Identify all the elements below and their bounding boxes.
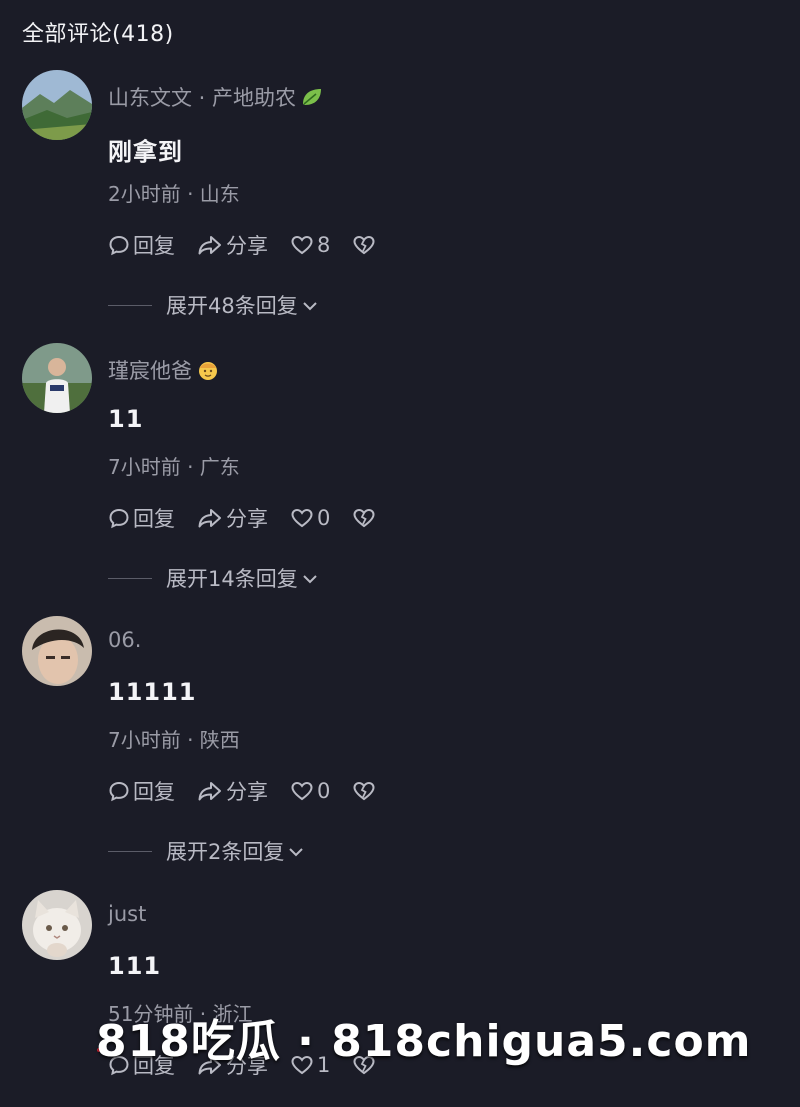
- username-text: just: [108, 902, 147, 926]
- comment-actions: 回复 分享 0: [108, 776, 376, 806]
- expand-replies-button[interactable]: 展开14条回复: [108, 563, 318, 593]
- comment-text: 111: [108, 952, 162, 980]
- avatar[interactable]: [22, 70, 92, 140]
- speech-bubble-icon: [108, 780, 130, 802]
- avatar[interactable]: [22, 890, 92, 960]
- share-label: 分享: [226, 780, 268, 804]
- speech-bubble-icon: [108, 507, 130, 529]
- leaf-icon: [300, 86, 324, 113]
- divider-line: [108, 577, 152, 579]
- chevron-down-icon: [284, 839, 304, 863]
- username[interactable]: 瑾宸他爸: [108, 355, 220, 386]
- username-text: 山东文文 · 产地助农: [108, 86, 297, 110]
- username[interactable]: 06.: [108, 628, 141, 652]
- expand-replies-button[interactable]: 展开2条回复: [108, 836, 304, 866]
- reply-button[interactable]: 回复: [108, 503, 175, 533]
- share-label: 分享: [226, 507, 268, 531]
- comment-item: 山东文文 · 产地助农 刚拿到 2小时前 · 山东 回复 分享 8 展开48条回…: [0, 70, 800, 340]
- comment-meta: 7小时前 · 广东: [108, 455, 240, 479]
- comment-actions: 回复 分享 8: [108, 230, 376, 260]
- comment-meta: 2小时前 · 山东: [108, 182, 240, 206]
- watermark-text: 818吃瓜 · 818chigua5.com: [96, 1016, 752, 1067]
- face-emoji-icon: [196, 359, 220, 386]
- reply-label: 回复: [133, 780, 175, 804]
- share-button[interactable]: 分享: [197, 230, 268, 260]
- avatar[interactable]: [22, 616, 92, 686]
- like-count: 8: [317, 233, 331, 257]
- share-button[interactable]: 分享: [197, 503, 268, 533]
- comment-item: 瑾宸他爸 11 7小时前 · 广东 回复 分享 0 展开14条回复: [0, 343, 800, 613]
- heart-icon: [290, 234, 314, 256]
- username[interactable]: just: [108, 902, 146, 926]
- expand-replies-label: 展开2条回复: [166, 840, 285, 864]
- reply-button[interactable]: 回复: [108, 776, 175, 806]
- comment-item: just 111 51分钟前 · 浙江 回复 分享 1: [0, 890, 800, 1107]
- dislike-button[interactable]: [352, 780, 376, 802]
- divider-line: [108, 850, 152, 852]
- reply-label: 回复: [133, 507, 175, 531]
- chevron-down-icon: [298, 293, 318, 317]
- username-text: 瑾宸他爸: [108, 359, 192, 383]
- broken-heart-icon: [352, 507, 376, 529]
- expand-replies-button[interactable]: 展开48条回复: [108, 290, 318, 320]
- comment-text: 11111: [108, 678, 197, 706]
- like-button[interactable]: 0: [290, 779, 330, 803]
- share-arrow-icon: [197, 507, 223, 529]
- like-button[interactable]: 0: [290, 506, 330, 530]
- comments-header-title: 全部评论(418): [22, 22, 174, 47]
- username-text: 06.: [108, 628, 142, 652]
- speech-bubble-icon: [108, 234, 130, 256]
- broken-heart-icon: [352, 234, 376, 256]
- share-label: 分享: [226, 234, 268, 258]
- broken-heart-icon: [352, 780, 376, 802]
- heart-icon: [290, 780, 314, 802]
- like-count: 0: [317, 779, 331, 803]
- like-button[interactable]: 8: [290, 233, 330, 257]
- share-button[interactable]: 分享: [197, 776, 268, 806]
- username[interactable]: 山东文文 · 产地助农: [108, 82, 324, 113]
- reply-button[interactable]: 回复: [108, 230, 175, 260]
- dislike-button[interactable]: [352, 507, 376, 529]
- comment-item: 06. 11111 7小时前 · 陕西 回复 分享 0 展开2条回复: [0, 616, 800, 886]
- share-arrow-icon: [197, 780, 223, 802]
- avatar[interactable]: [22, 343, 92, 413]
- comment-meta: 7小时前 · 陕西: [108, 728, 240, 752]
- divider-line: [108, 304, 152, 306]
- share-arrow-icon: [197, 234, 223, 256]
- chevron-down-icon: [298, 566, 318, 590]
- comment-text: 刚拿到: [108, 138, 183, 166]
- reply-label: 回复: [133, 234, 175, 258]
- expand-replies-label: 展开48条回复: [166, 294, 298, 318]
- comment-actions: 回复 分享 0: [108, 503, 376, 533]
- comment-text: 11: [108, 405, 144, 433]
- expand-replies-label: 展开14条回复: [166, 567, 298, 591]
- dislike-button[interactable]: [352, 234, 376, 256]
- heart-icon: [290, 507, 314, 529]
- like-count: 0: [317, 506, 331, 530]
